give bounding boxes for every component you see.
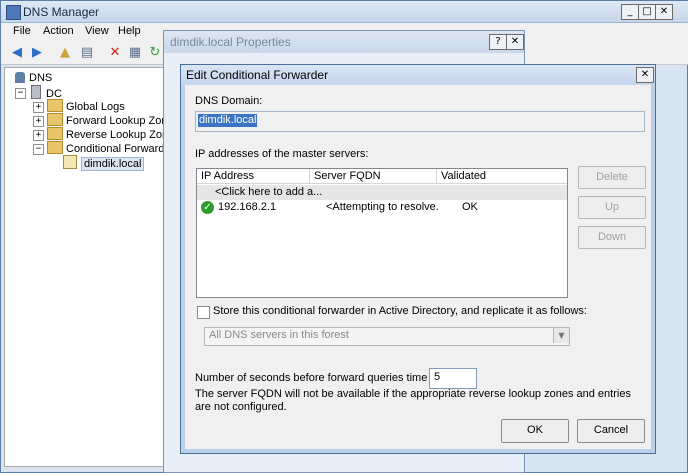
properties-close-button[interactable]: ✕ (506, 34, 524, 50)
folder-open-icon (47, 141, 63, 154)
properties-title-bar[interactable]: dimdik.local Properties ? ✕ (164, 31, 524, 53)
tree-node-dimdik-local[interactable]: dimdik.local (63, 155, 145, 171)
down-button[interactable]: Down (578, 226, 646, 249)
dialog-close-button[interactable]: ✕ (636, 67, 654, 83)
folder-icon (47, 99, 63, 112)
forward-arrow-icon[interactable]: ▶ (29, 45, 45, 61)
edit-conditional-forwarder-dialog: Edit Conditional Forwarder ✕ DNS Domain:… (180, 64, 656, 454)
menu-view[interactable]: View (85, 25, 109, 37)
timeout-input[interactable]: 5 (429, 368, 477, 389)
collapse-conditional-forwarders-icon[interactable]: − (33, 144, 44, 155)
row-server-fqdn: <Attempting to resolve... (326, 201, 438, 213)
dialog-title-bar[interactable]: Edit Conditional Forwarder ✕ (181, 65, 655, 85)
close-button[interactable]: ✕ (655, 4, 673, 20)
up-folder-icon[interactable]: ▲ (57, 45, 73, 61)
tree-node-dc[interactable]: DC (31, 85, 62, 100)
delete-icon[interactable]: ✕ (107, 45, 123, 61)
replication-scope-value: All DNS servers in this forest (209, 329, 349, 341)
column-header-server-fqdn[interactable]: Server FQDN (310, 169, 437, 184)
dropdown-arrow-icon[interactable]: ▼ (553, 328, 569, 343)
dns-domain-value: dimdik.local (198, 114, 258, 127)
expand-forward-zones-icon[interactable]: + (33, 116, 44, 127)
show-hide-tree-icon[interactable]: ▤ (79, 45, 95, 61)
add-row-placeholder: <Click here to add a... (215, 186, 323, 198)
add-server-row[interactable]: <Click here to add a... (197, 185, 567, 200)
menu-action[interactable]: Action (43, 25, 74, 37)
main-window-title: DNS Manager (23, 5, 100, 19)
fqdn-note: The server FQDN will not be available if… (195, 388, 631, 413)
server-icon (31, 85, 41, 99)
folder-icon (47, 113, 63, 126)
delete-button[interactable]: Delete (578, 166, 646, 189)
column-header-validated[interactable]: Validated (437, 169, 567, 184)
dns-manager-app-icon (6, 5, 21, 20)
row-validated: OK (462, 201, 478, 213)
menu-help[interactable]: Help (118, 25, 141, 37)
timeout-value: 5 (434, 371, 441, 383)
expand-reverse-zones-icon[interactable]: + (33, 130, 44, 141)
store-in-ad-checkbox[interactable] (197, 306, 210, 319)
dns-domain-label: DNS Domain: (195, 95, 263, 107)
tree-node-global-logs[interactable]: Global Logs (47, 99, 125, 113)
row-ip-address: 192.168.2.1 (218, 201, 277, 213)
expand-global-logs-icon[interactable]: + (33, 102, 44, 113)
back-arrow-icon[interactable]: ◀ (9, 45, 25, 61)
master-servers-label: IP addresses of the master servers: (195, 148, 369, 160)
properties-window-title: dimdik.local Properties (170, 35, 291, 49)
main-title-bar[interactable]: DNS Manager _ □ ✕ (1, 1, 688, 23)
tree-node-conditional-forwarders[interactable]: Conditional Forwarders (47, 141, 180, 155)
timeout-label: Number of seconds before forward queries… (195, 372, 449, 384)
properties-help-button[interactable]: ? (489, 34, 507, 50)
dns-domain-field[interactable]: dimdik.local (195, 111, 645, 132)
tree-node-forward-lookup-zones[interactable]: Forward Lookup Zones (47, 113, 179, 127)
cancel-button[interactable]: Cancel (577, 419, 645, 443)
store-in-ad-label: Store this conditional forwarder in Acti… (213, 305, 587, 317)
console-tree: DNS − DC + Global Logs + Forward Lookup … (4, 67, 180, 467)
dialog-title: Edit Conditional Forwarder (186, 68, 329, 82)
dns-icon (15, 72, 25, 83)
collapse-dc-icon[interactable]: − (15, 88, 26, 99)
validated-check-icon: ✓ (201, 201, 214, 214)
table-row[interactable]: ✓ 192.168.2.1 <Attempting to resolve... … (197, 200, 567, 215)
up-button[interactable]: Up (578, 196, 646, 219)
refresh-icon[interactable]: ↻ (147, 45, 163, 61)
tree-node-dns[interactable]: DNS (15, 71, 52, 85)
forwarder-zone-icon (63, 155, 77, 169)
column-header-ip-address[interactable]: IP Address (197, 169, 310, 184)
minimize-button[interactable]: _ (621, 4, 639, 20)
menu-file[interactable]: File (13, 25, 31, 37)
master-servers-list[interactable]: IP Address Server FQDN Validated <Click … (196, 168, 568, 298)
ok-button[interactable]: OK (501, 419, 569, 443)
replication-scope-select[interactable]: All DNS servers in this forest ▼ (204, 327, 570, 346)
folder-icon (47, 127, 63, 140)
maximize-button[interactable]: □ (638, 4, 656, 20)
tree-node-reverse-lookup-zones[interactable]: Reverse Lookup Zones (47, 127, 180, 141)
properties-icon[interactable]: ▦ (127, 45, 143, 61)
